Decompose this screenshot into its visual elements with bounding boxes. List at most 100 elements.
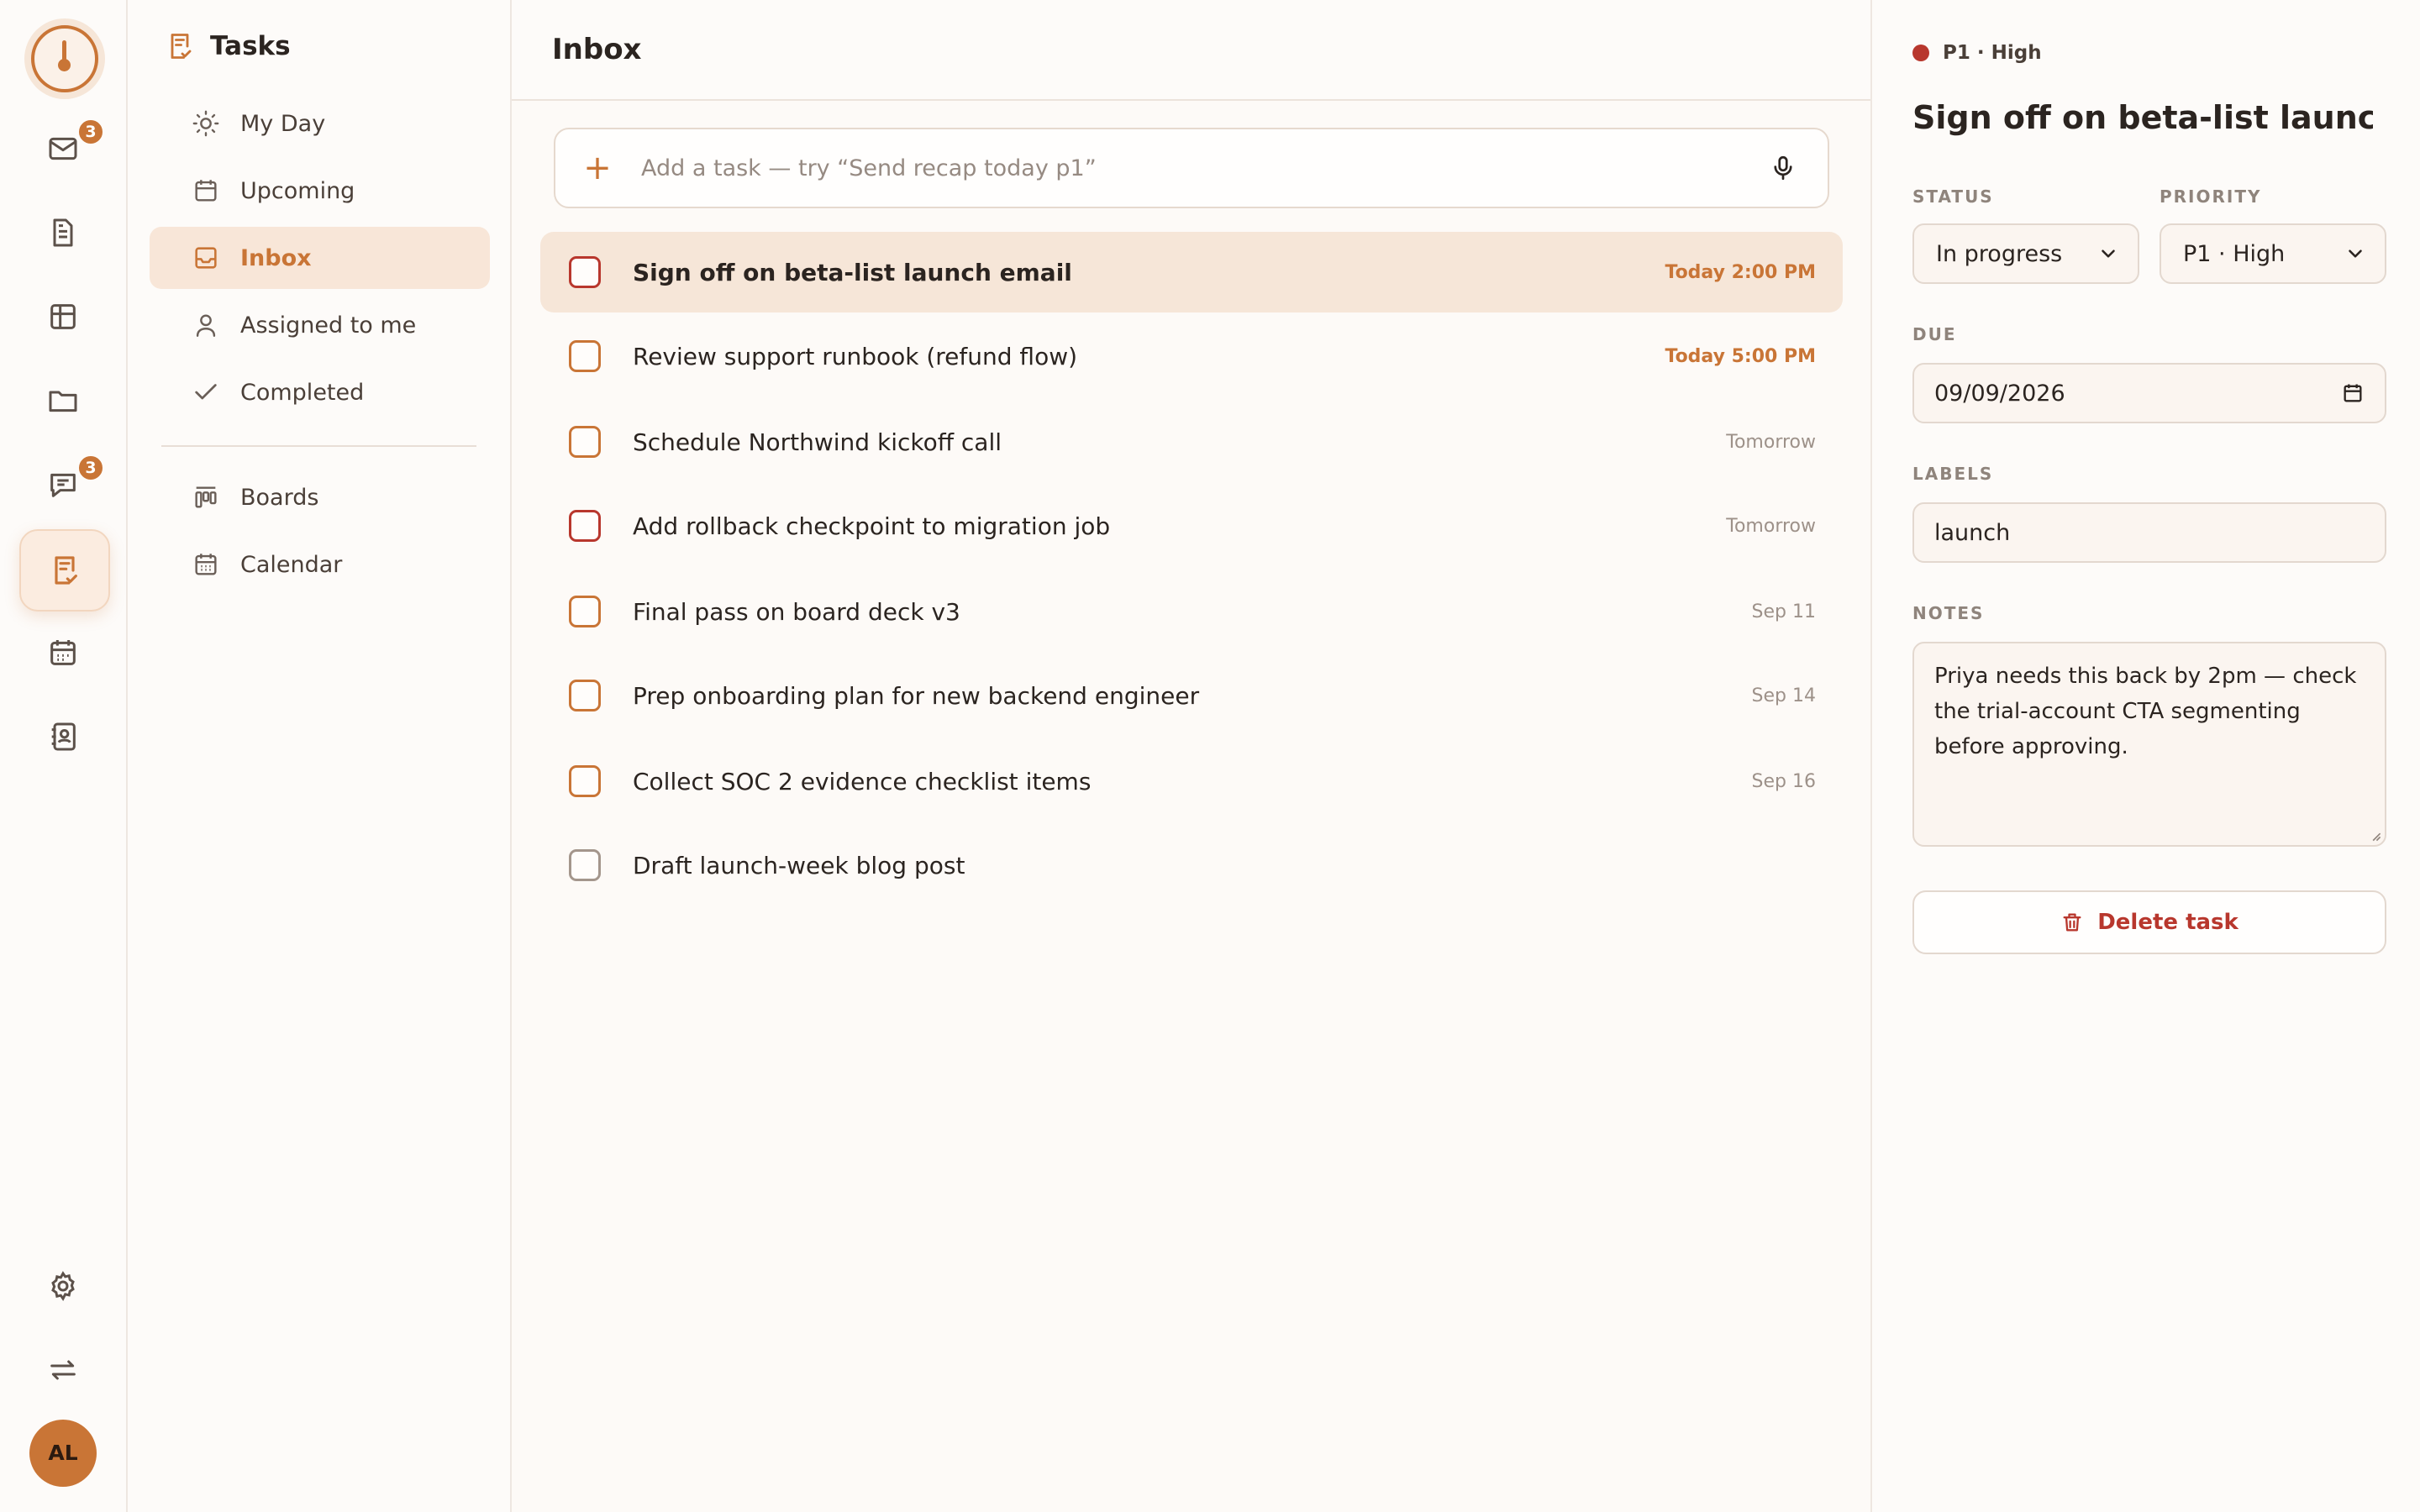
sidebar-item-label: Calendar bbox=[240, 551, 343, 578]
sidebar-title: Tasks bbox=[210, 31, 291, 61]
task-checkbox[interactable] bbox=[569, 765, 601, 797]
folder-icon bbox=[49, 391, 77, 412]
status-value: In progress bbox=[1936, 240, 2063, 267]
check-icon bbox=[195, 384, 217, 400]
chat-icon bbox=[50, 473, 76, 497]
microphone-icon[interactable] bbox=[1769, 154, 1797, 182]
sidebar-header: Tasks bbox=[165, 27, 291, 66]
task-due-date: Today 2:00 PM bbox=[1665, 261, 1816, 283]
contacts-icon bbox=[51, 722, 76, 751]
task-row[interactable]: Add rollback checkpoint to migration job… bbox=[540, 486, 1843, 566]
sidebar-item-label: Upcoming bbox=[240, 177, 355, 204]
user-avatar[interactable]: AL bbox=[29, 1420, 97, 1487]
status-label: STATUS bbox=[1912, 186, 1994, 207]
task-checkbox[interactable] bbox=[569, 680, 601, 711]
rail-switch-button[interactable] bbox=[19, 1331, 107, 1410]
task-title: Final pass on board deck v3 bbox=[633, 597, 960, 626]
priority-select[interactable]: P1 · High bbox=[2160, 223, 2386, 284]
tasks-icon bbox=[171, 34, 192, 59]
add-task-input[interactable] bbox=[639, 154, 1769, 182]
task-row[interactable]: Prep onboarding plan for new backend eng… bbox=[540, 655, 1843, 736]
rail-calendar-button[interactable] bbox=[19, 613, 107, 692]
task-title: Draft launch-week blog post bbox=[633, 851, 965, 879]
delete-task-label: Delete task bbox=[2097, 910, 2238, 935]
chevron-down-icon bbox=[2102, 249, 2115, 258]
rail-mail-button[interactable]: 3 bbox=[19, 109, 107, 188]
mail-icon bbox=[49, 137, 77, 160]
rail-contacts-button[interactable] bbox=[19, 697, 107, 776]
sidebar-item-assigned[interactable]: Assigned to me bbox=[150, 294, 490, 356]
mail-unread-badge: 3 bbox=[76, 118, 105, 146]
labels-value: launch bbox=[1934, 519, 2011, 546]
task-due-date: Sep 11 bbox=[1751, 601, 1816, 622]
priority-dot-icon bbox=[1912, 45, 1929, 61]
task-list-pane: Inbox + Sign off on beta-list launch ema… bbox=[512, 0, 1872, 1512]
task-checkbox[interactable] bbox=[569, 510, 601, 542]
chevron-down-icon bbox=[2349, 249, 2362, 258]
labels-label: LABELS bbox=[1912, 464, 1994, 484]
chat-unread-badge: 3 bbox=[76, 454, 105, 482]
task-due-date: Sep 14 bbox=[1751, 685, 1816, 706]
rail-files-button[interactable] bbox=[19, 361, 107, 440]
app-window: 3 3 AL Tasks My Day Upcoming Inbox Assig… bbox=[0, 0, 2420, 1512]
task-due-date: Tomorrow bbox=[1726, 431, 1816, 453]
task-title: Collect SOC 2 evidence checklist items bbox=[633, 767, 1092, 795]
rail-sheets-button[interactable] bbox=[19, 277, 107, 356]
task-row[interactable]: Sign off on beta-list launch email Today… bbox=[540, 232, 1843, 312]
sidebar-item-boards[interactable]: Boards bbox=[150, 466, 490, 528]
task-row[interactable]: Final pass on board deck v3 Sep 11 bbox=[540, 571, 1843, 652]
sidebar-item-upcoming[interactable]: Upcoming bbox=[150, 160, 490, 222]
task-row[interactable]: Draft launch-week blog post bbox=[540, 825, 1843, 906]
task-title: Sign off on beta-list launch email bbox=[633, 258, 1072, 286]
due-label: DUE bbox=[1912, 324, 1957, 344]
sidebar-item-label: Inbox bbox=[240, 244, 312, 271]
tasks-icon bbox=[55, 556, 77, 585]
task-detail-pane: P1 · High Sign off on beta-list launch e… bbox=[1872, 0, 2420, 1512]
task-detail-title[interactable]: Sign off on beta-list launch email bbox=[1912, 99, 2373, 136]
sidebar-divider bbox=[161, 445, 476, 447]
task-checkbox[interactable] bbox=[569, 596, 601, 627]
sidebar-item-calendar[interactable]: Calendar bbox=[150, 533, 490, 596]
task-row[interactable]: Collect SOC 2 evidence checklist items S… bbox=[540, 741, 1843, 822]
sidebar-item-my-day[interactable]: My Day bbox=[150, 92, 490, 155]
status-select[interactable]: In progress bbox=[1912, 223, 2139, 284]
app-logo[interactable] bbox=[31, 25, 98, 92]
task-due-date: Today 5:00 PM bbox=[1665, 345, 1816, 367]
resize-handle-icon[interactable] bbox=[2370, 830, 2381, 842]
priority-indicator: P1 · High bbox=[1912, 42, 2042, 64]
task-checkbox[interactable] bbox=[569, 256, 601, 288]
task-checkbox[interactable] bbox=[569, 426, 601, 458]
sun-icon bbox=[192, 110, 219, 137]
rail-chat-button[interactable]: 3 bbox=[19, 445, 107, 524]
task-due-date: Tomorrow bbox=[1726, 515, 1816, 537]
page-title: Inbox bbox=[552, 33, 642, 66]
calendar-icon bbox=[195, 180, 217, 202]
calendar-icon[interactable] bbox=[2341, 381, 2365, 405]
task-title: Review support runbook (refund flow) bbox=[633, 342, 1078, 370]
task-checkbox[interactable] bbox=[569, 849, 601, 881]
task-row[interactable]: Review support runbook (refund flow) Tod… bbox=[540, 316, 1843, 396]
sidebar-item-inbox[interactable]: Inbox bbox=[150, 227, 490, 289]
task-title: Add rollback checkpoint to migration job bbox=[633, 512, 1111, 540]
sidebar-item-label: Assigned to me bbox=[240, 312, 417, 339]
add-task-bar[interactable]: + bbox=[554, 128, 1829, 208]
due-date-field[interactable]: 09/09/2026 bbox=[1912, 363, 2386, 423]
sidebar-item-completed[interactable]: Completed bbox=[150, 361, 490, 423]
inbox-icon bbox=[195, 247, 217, 269]
task-row[interactable]: Schedule Northwind kickoff call Tomorrow bbox=[540, 402, 1843, 482]
task-title: Prep onboarding plan for new backend eng… bbox=[633, 681, 1200, 710]
rail-settings-button[interactable] bbox=[19, 1247, 107, 1326]
rail-docs-button[interactable] bbox=[19, 193, 107, 272]
priority-value: P1 · High bbox=[2183, 240, 2286, 267]
due-date-value: 09/09/2026 bbox=[1934, 380, 2065, 407]
task-checkbox[interactable] bbox=[569, 340, 601, 372]
labels-field[interactable]: launch bbox=[1912, 502, 2386, 563]
notes-label: NOTES bbox=[1912, 603, 1985, 623]
delete-task-button[interactable]: Delete task bbox=[1912, 890, 2386, 954]
swap-arrows-icon bbox=[50, 1360, 76, 1380]
calendar-icon bbox=[50, 640, 76, 665]
trash-icon bbox=[2063, 913, 2081, 932]
list-header: Inbox bbox=[512, 0, 1870, 101]
notes-textarea[interactable]: Priya needs this back by 2pm — check the… bbox=[1912, 642, 2386, 847]
rail-tasks-button[interactable] bbox=[19, 529, 110, 612]
